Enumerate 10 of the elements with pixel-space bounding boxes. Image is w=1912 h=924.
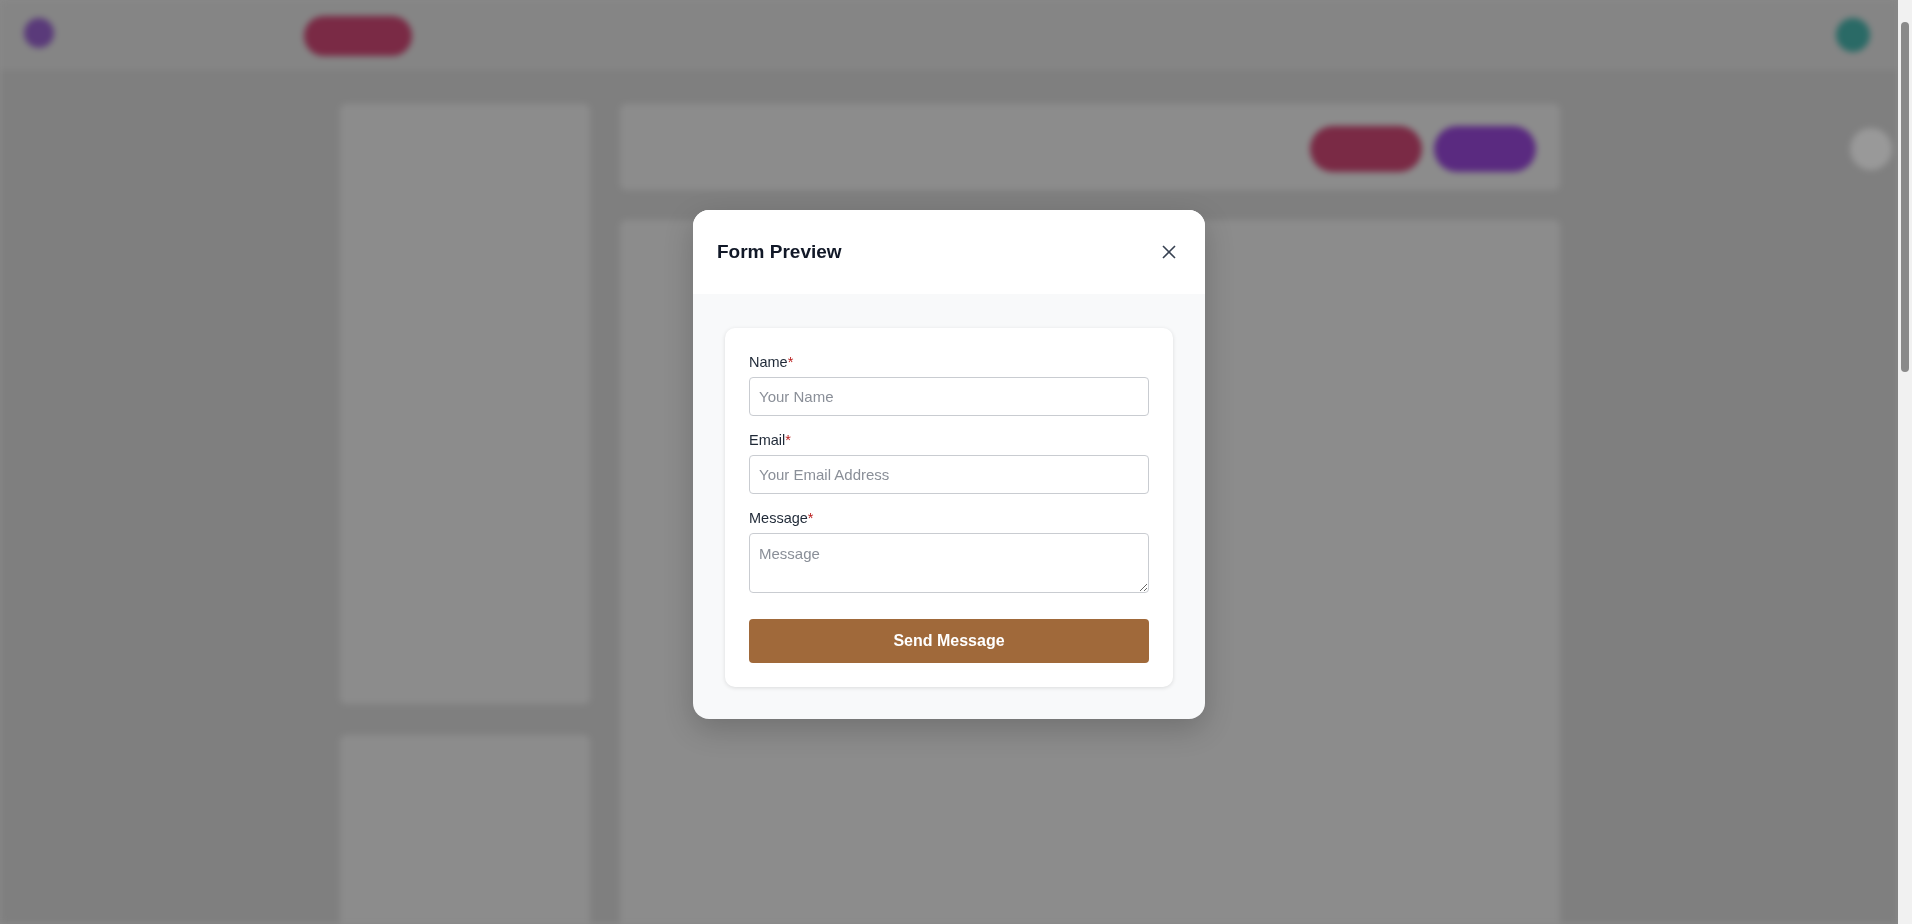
field-label: Email* [749,432,791,448]
text-field[interactable]: Your Email Address [749,455,1149,494]
message-field[interactable]: Message [749,533,1149,593]
send-message-button[interactable]: Send Message [749,619,1149,663]
scrollbar[interactable] [1898,0,1912,924]
field-label: Message* [749,510,814,526]
field-label: Name* [749,354,794,370]
close-icon [1161,244,1177,260]
text-field[interactable]: Your Name [749,377,1149,416]
modal-title: Form Preview [717,241,842,263]
